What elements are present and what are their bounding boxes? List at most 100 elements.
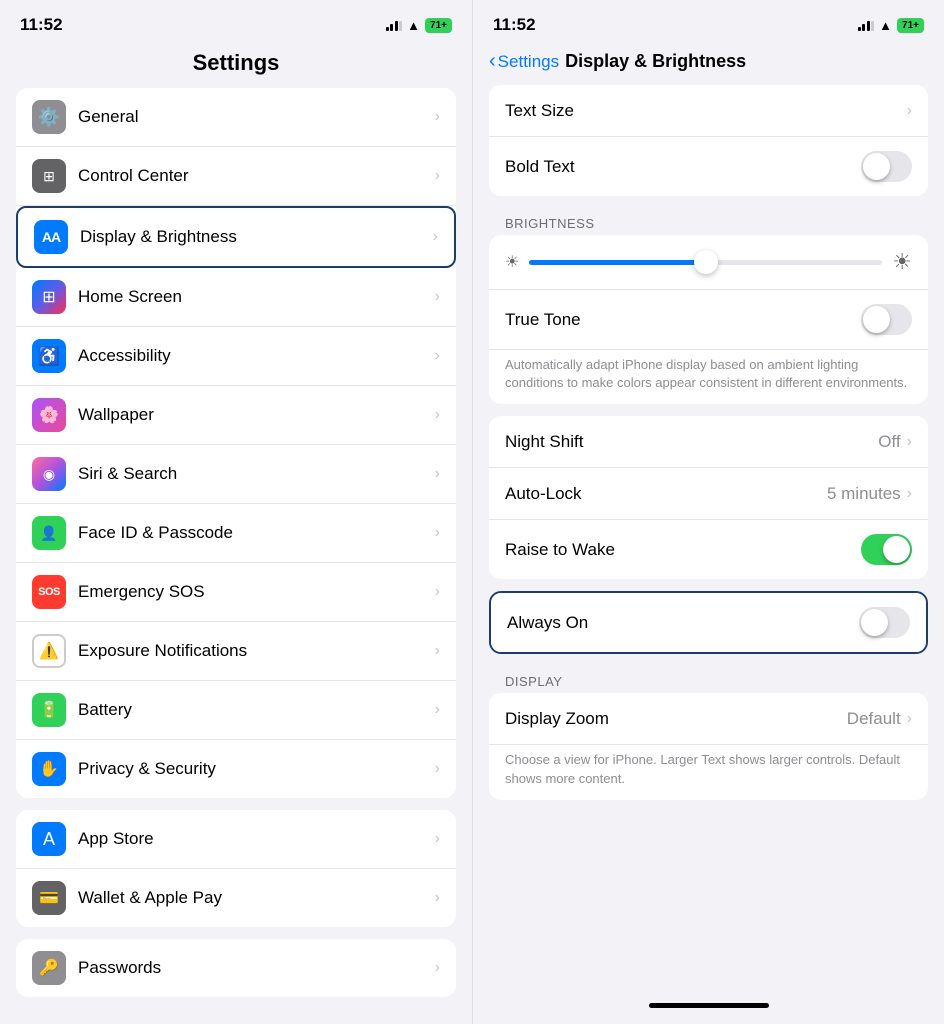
home-indicator [649, 1003, 769, 1008]
auto-lock-chevron: › [907, 485, 912, 503]
signal-bar-2 [390, 24, 393, 31]
sidebar-item-wallet[interactable]: 💳 Wallet & Apple Pay › [16, 869, 456, 927]
control-center-icon: ⊞ [32, 159, 66, 193]
sidebar-item-accessibility[interactable]: ♿ Accessibility › [16, 327, 456, 386]
right-status-bar: 11:52 ▲ 71+ [473, 0, 944, 44]
bold-text-label: Bold Text [505, 157, 861, 177]
auto-lock-row[interactable]: Auto-Lock 5 minutes › [489, 468, 928, 520]
signal-bar-3 [395, 21, 398, 31]
control-center-label: Control Center [78, 166, 435, 186]
brightness-section-label: BRIGHTNESS [473, 208, 944, 235]
night-shift-chevron: › [907, 433, 912, 451]
sidebar-item-privacy[interactable]: ✋ Privacy & Security › [16, 740, 456, 798]
always-on-toggle[interactable] [859, 607, 910, 638]
display-zoom-desc-text: Choose a view for iPhone. Larger Text sh… [505, 752, 900, 785]
sidebar-item-passwords[interactable]: 🔑 Passwords › [16, 939, 456, 997]
signal-bars [386, 19, 403, 31]
always-on-row[interactable]: Always On [491, 593, 926, 652]
right-time: 11:52 [493, 15, 536, 35]
settings-section-2: A App Store › 💳 Wallet & Apple Pay › [16, 810, 456, 927]
back-button[interactable]: ‹ Settings [489, 50, 559, 73]
auto-lock-label: Auto-Lock [505, 484, 827, 504]
brightness-slider-row: ☀ ☀ [505, 249, 912, 275]
general-label: General [78, 107, 435, 127]
night-shift-label: Night Shift [505, 432, 878, 452]
control-center-chevron: › [435, 167, 440, 185]
home-screen-label: Home Screen [78, 287, 435, 307]
sidebar-item-home-screen[interactable]: ⊞ Home Screen › [16, 268, 456, 327]
battery-icon: 🔋 [32, 693, 66, 727]
text-size-label: Text Size [505, 101, 907, 121]
sidebar-item-display-brightness[interactable]: AA Display & Brightness › [16, 206, 456, 268]
brightness-slider-thumb[interactable] [694, 250, 718, 274]
display-zoom-row[interactable]: Display Zoom Default › [489, 693, 928, 745]
accessibility-chevron: › [435, 347, 440, 365]
right-wifi-icon: ▲ [879, 18, 892, 33]
exposure-icon: ⚠️ [32, 634, 66, 668]
sidebar-item-wallpaper[interactable]: 🌸 Wallpaper › [16, 386, 456, 445]
right-battery: 71+ [897, 18, 924, 33]
display-zoom-label: Display Zoom [505, 709, 847, 729]
brightness-high-icon: ☀ [892, 249, 912, 275]
bold-text-row[interactable]: Bold Text [489, 137, 928, 196]
raise-to-wake-row[interactable]: Raise to Wake [489, 520, 928, 579]
general-icon: ⚙️ [32, 100, 66, 134]
wallet-icon: 💳 [32, 881, 66, 915]
sidebar-item-app-store[interactable]: A App Store › [16, 810, 456, 869]
right-nav-header: ‹ Settings Display & Brightness [473, 44, 944, 85]
sidebar-item-face-id[interactable]: 👤 Face ID & Passcode › [16, 504, 456, 563]
home-screen-chevron: › [435, 288, 440, 306]
app-store-chevron: › [435, 830, 440, 848]
settings-section-1: ⚙️ General › ⊞ Control Center › AA Displ… [16, 88, 456, 798]
privacy-icon: ✋ [32, 752, 66, 786]
brightness-slider-track[interactable] [529, 260, 882, 265]
brightness-slider-fill [529, 260, 705, 265]
wallpaper-label: Wallpaper [78, 405, 435, 425]
emergency-icon: SOS [32, 575, 66, 609]
true-tone-description: Automatically adapt iPhone display based… [489, 350, 928, 404]
sidebar-item-general[interactable]: ⚙️ General › [16, 88, 456, 147]
left-panel: 11:52 ▲ 71+ Settings ⚙️ General › ⊞ [0, 0, 472, 1024]
always-on-toggle-knob [861, 609, 888, 636]
auto-lock-value: 5 minutes [827, 484, 901, 504]
left-nav-header: Settings [0, 44, 472, 88]
right-title: Display & Brightness [565, 51, 746, 72]
raise-to-wake-toggle-knob [883, 536, 910, 563]
sidebar-item-emergency[interactable]: SOS Emergency SOS › [16, 563, 456, 622]
sidebar-item-exposure[interactable]: ⚠️ Exposure Notifications › [16, 622, 456, 681]
left-status-bar: 11:52 ▲ 71+ [0, 0, 472, 44]
brightness-slider-container[interactable]: ☀ ☀ [489, 235, 928, 290]
true-tone-toggle[interactable] [861, 304, 912, 335]
right-status-icons: ▲ 71+ [858, 18, 924, 33]
display-brightness-label: Display & Brightness [80, 227, 433, 247]
raise-to-wake-toggle[interactable] [861, 534, 912, 565]
face-id-chevron: › [435, 524, 440, 542]
true-tone-row[interactable]: True Tone [489, 290, 928, 350]
right-signal-bar-4 [871, 21, 874, 31]
sidebar-item-control-center[interactable]: ⊞ Control Center › [16, 147, 456, 206]
right-bottom-area [473, 812, 944, 1024]
general-chevron: › [435, 108, 440, 126]
sidebar-item-battery[interactable]: 🔋 Battery › [16, 681, 456, 740]
right-signal-bar-2 [862, 24, 865, 31]
exposure-label: Exposure Notifications [78, 641, 435, 661]
display-brightness-icon: AA [34, 220, 68, 254]
wallet-label: Wallet & Apple Pay [78, 888, 435, 908]
passwords-chevron: › [435, 959, 440, 977]
other-section: Night Shift Off › Auto-Lock 5 minutes › … [489, 416, 928, 579]
display-zoom-chevron: › [907, 710, 912, 728]
night-shift-row[interactable]: Night Shift Off › [489, 416, 928, 468]
right-signal-bars [858, 19, 875, 31]
text-section: Text Size › Bold Text [489, 85, 928, 196]
night-shift-value: Off [878, 432, 900, 452]
bold-text-toggle[interactable] [861, 151, 912, 182]
text-size-row[interactable]: Text Size › [489, 85, 928, 137]
sidebar-item-siri[interactable]: ◉ Siri & Search › [16, 445, 456, 504]
home-screen-icon: ⊞ [32, 280, 66, 314]
app-store-label: App Store [78, 829, 435, 849]
emergency-label: Emergency SOS [78, 582, 435, 602]
left-time: 11:52 [20, 15, 63, 35]
siri-chevron: › [435, 465, 440, 483]
face-id-label: Face ID & Passcode [78, 523, 435, 543]
accessibility-icon: ♿ [32, 339, 66, 373]
